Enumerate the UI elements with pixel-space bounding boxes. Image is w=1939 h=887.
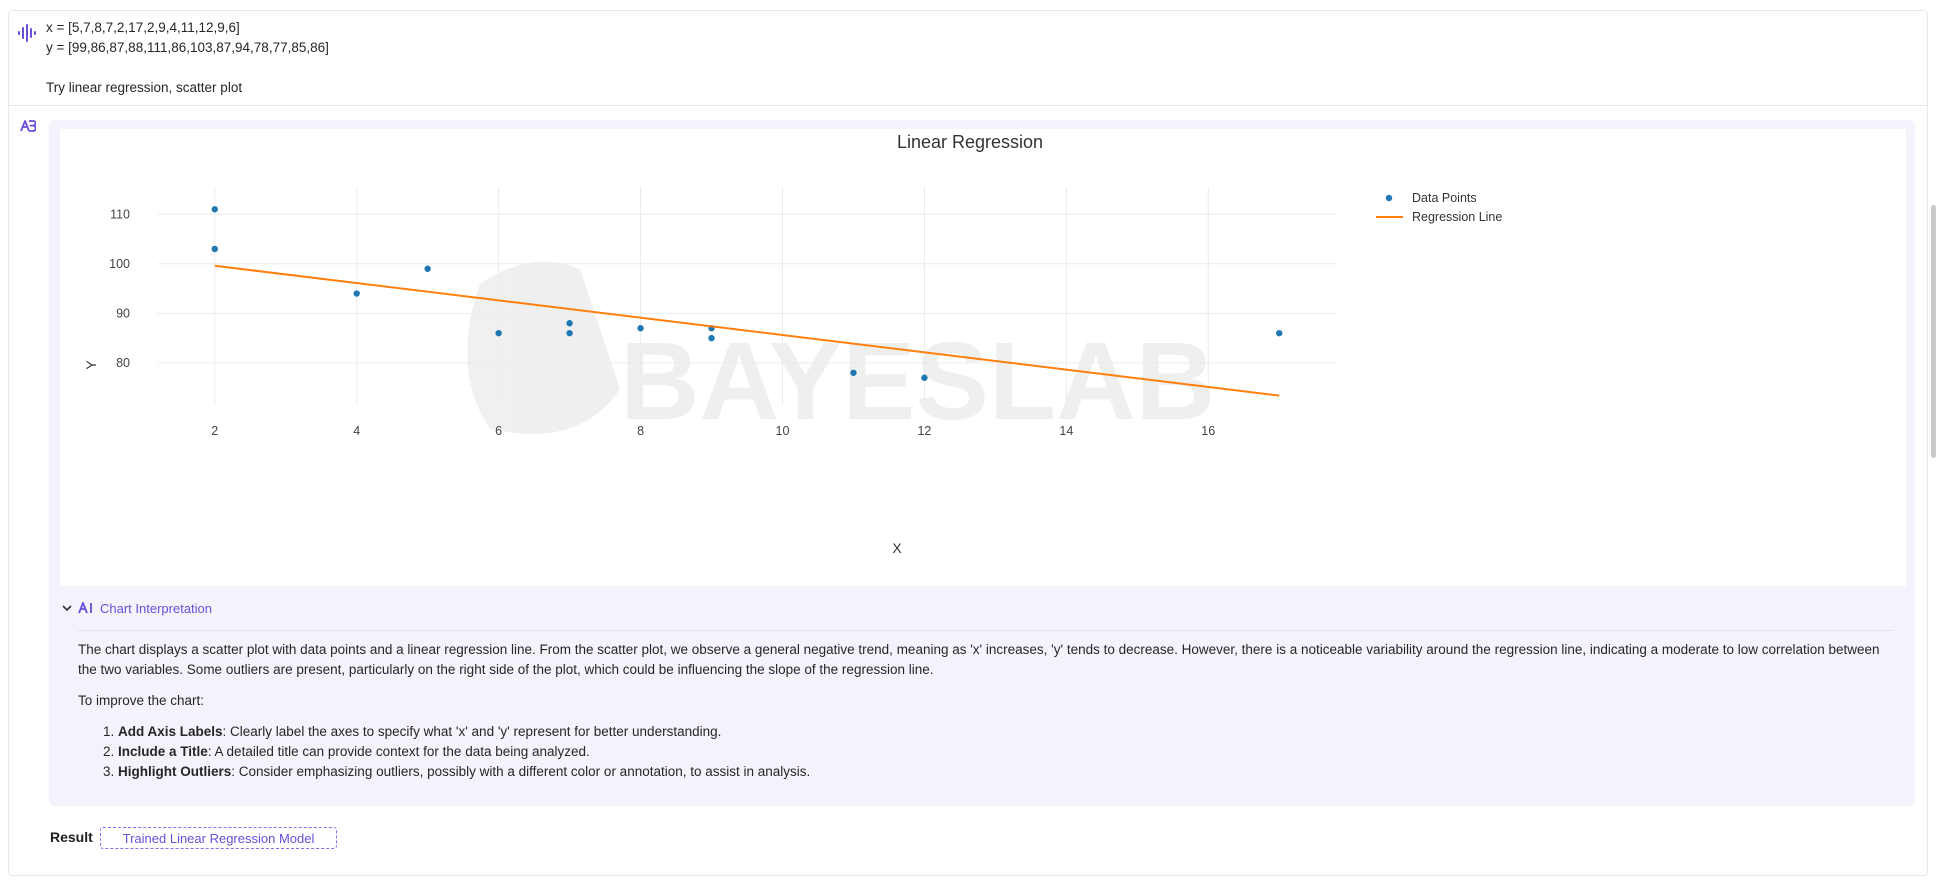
interpretation-intro: To improve the chart:: [78, 693, 205, 708]
chart-title: Linear Regression: [897, 132, 1043, 152]
user-prompt: Try linear regression, scatter plot: [46, 80, 243, 95]
interpretation-body: The chart displays a scatter plot with d…: [78, 640, 1898, 782]
list-item: Include a Title: A detailed title can pr…: [118, 742, 1898, 762]
list-item-text: : Clearly label the axes to specify what…: [222, 724, 722, 739]
y-tick-label: 90: [116, 306, 130, 320]
result-label: Result: [50, 829, 93, 845]
x-tick-label: 10: [776, 424, 790, 438]
ai-sparkle-icon: [78, 602, 92, 614]
list-item-title: Include a Title: [118, 744, 208, 759]
divider: [78, 630, 1894, 631]
data-point: [1276, 329, 1283, 337]
x-tick-label: 12: [917, 424, 931, 438]
data-point: [211, 245, 218, 253]
interpretation-toggle[interactable]: Chart Interpretation: [62, 598, 212, 618]
page-scrollbar[interactable]: [1931, 205, 1936, 458]
x-tick-label: 6: [495, 424, 502, 438]
x-tick-label: 14: [1059, 424, 1073, 438]
user-code-line-x: x = [5,7,8,7,2,17,2,9,4,11,12,9,6]: [46, 20, 240, 35]
data-point: [495, 329, 502, 337]
data-point: [211, 206, 218, 213]
data-point: [353, 290, 360, 297]
list-item: Highlight Outliers: Consider emphasizing…: [118, 762, 1898, 782]
list-item-text: : A detailed title can provide context f…: [207, 744, 590, 759]
x-tick-label: 16: [1201, 424, 1215, 438]
data-point: [921, 374, 928, 381]
assistant-logo-icon: [20, 120, 36, 132]
list-item-title: Highlight Outliers: [118, 764, 232, 779]
watermark: BAYESLAB: [467, 261, 1215, 443]
list-item-title: Add Axis Labels: [118, 724, 223, 739]
voice-wave-icon: [18, 24, 36, 42]
data-point: [850, 369, 857, 376]
trained-model-button[interactable]: Trained Linear Regression Model: [100, 827, 337, 849]
x-axis-label: X: [892, 540, 902, 556]
interpretation-header: Chart Interpretation: [100, 600, 213, 616]
list-item: Add Axis Labels: Clearly label the axes …: [118, 722, 1898, 742]
data-point: [566, 320, 573, 327]
list-item-text: : Consider emphasizing outliers, possibl…: [231, 764, 811, 779]
x-tick-label: 8: [637, 424, 644, 438]
y-tick-label: 100: [109, 257, 130, 271]
chart-legend: Data Points Regression Line: [1376, 191, 1502, 224]
data-point: [566, 329, 573, 337]
data-point: [424, 265, 431, 272]
x-tick-label: 2: [211, 424, 218, 438]
scatter-chart: BAYESLAB Linear Regression 2 4 6 8 10 12 14 16 8…: [83, 132, 1502, 556]
user-code-line-y: y = [99,86,87,88,111,86,103,87,94,78,77,…: [46, 40, 329, 55]
legend-label: Data Points: [1412, 191, 1477, 205]
chart-container: BAYESLAB Linear Regression 2 4 6 8 10 12 14 16 8…: [60, 129, 1906, 586]
data-point: [708, 334, 715, 342]
chevron-down-icon: [62, 605, 72, 612]
interpretation-paragraph: The chart displays a scatter plot with d…: [78, 642, 1880, 677]
y-tick-label: 80: [116, 356, 130, 370]
legend-marker-swatch: [1385, 194, 1393, 202]
data-point: [637, 325, 644, 332]
y-tick-label: 110: [110, 207, 130, 221]
x-tick-label: 4: [353, 424, 360, 438]
user-message-text: x = [5,7,8,7,2,17,2,9,4,11,12,9,6] y = […: [46, 18, 329, 98]
y-axis-label: Y: [83, 360, 99, 370]
improvement-list: Add Axis Labels: Clearly label the axes …: [78, 722, 1898, 782]
legend-label: Regression Line: [1412, 210, 1502, 224]
